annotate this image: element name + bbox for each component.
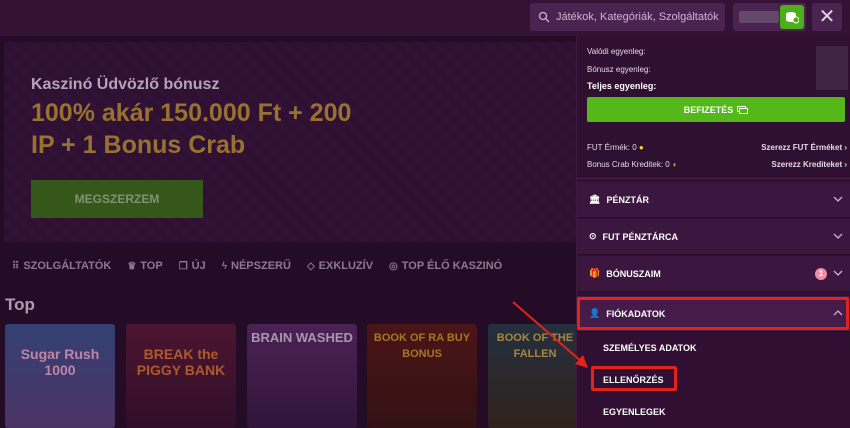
cash-icon: [737, 105, 749, 114]
claim-button[interactable]: MEGSZERZEM: [31, 180, 203, 218]
get-credits-link[interactable]: Szerezz Krediteket ›: [771, 160, 847, 169]
section-title: Top: [5, 295, 35, 314]
balance-hidden: [739, 11, 779, 23]
game-tile[interactable]: Sugar Rush 1000: [5, 324, 115, 428]
chevron-down-icon: [833, 233, 843, 239]
search-input[interactable]: Játékok, Kategóriák, Szolgáltatók: [530, 3, 725, 31]
close-button[interactable]: ✕: [812, 3, 842, 31]
fut-coins-row: FUT Érmék: 0 ● Szerezz FUT Érméket ›: [587, 143, 847, 152]
banner-subtitle: Kaszinó Üdvözlő bónusz: [31, 76, 220, 93]
top-bar: Játékok, Kategóriák, Szolgáltatók ✕: [0, 0, 850, 36]
bonus-crab-row: Bonus Crab Kreditek: 0 ◖ Szerezz Kredite…: [587, 160, 847, 169]
banner-headline: 100% akár 150.000 Ft + 200 IP + 1 Bonus …: [31, 99, 352, 159]
coins-icon[interactable]: [780, 5, 804, 29]
get-fut-coins-link[interactable]: Szerezz FUT Érméket ›: [761, 143, 847, 152]
game-tile[interactable]: BOOK OF RA BUY BONUS: [367, 324, 477, 428]
diamond-icon: ◇: [306, 260, 315, 272]
highlight-verification: [591, 366, 677, 391]
game-title: BOOK OF THE FALLEN: [496, 332, 574, 360]
game-tile[interactable]: BOOK OF THE FALLEN: [488, 324, 582, 428]
coin-icon: ●: [638, 143, 644, 152]
category-popular[interactable]: ϟ NÉPSZERŰ: [222, 260, 291, 272]
bonus-balance-label: Bónusz egyenleg:: [587, 65, 651, 74]
balance-values-hidden: [816, 46, 848, 90]
crown-icon: ♛: [127, 260, 137, 272]
game-title: BREAK the PIGGY BANK: [136, 346, 226, 378]
menu-fut-wallet[interactable]: ⊙ FUT PÉNZTÁRCA: [577, 219, 850, 255]
gift-icon: 🎁: [589, 268, 601, 278]
game-title: Sugar Rush 1000: [20, 346, 100, 378]
category-exclusive[interactable]: ◇ EXKLUZÍV: [307, 260, 373, 272]
menu-cashier[interactable]: 🏛 PÉNZTÁR: [577, 182, 850, 218]
game-grid: Sugar Rush 1000 BREAK the PIGGY BANK BRA…: [5, 324, 582, 428]
wallet-widget[interactable]: [733, 3, 806, 31]
category-providers[interactable]: ⠿ SZOLGÁLTATÓK: [12, 260, 111, 272]
game-title: BRAIN WASHED: [251, 330, 353, 345]
chevron-down-icon: [833, 196, 843, 202]
search-icon: [538, 11, 550, 23]
category-new[interactable]: ❐ ÚJ: [179, 260, 206, 272]
total-balance-label: Teljes egyenleg:: [587, 81, 657, 91]
grid-icon: ⠿: [12, 260, 20, 272]
search-placeholder: Játékok, Kategóriák, Szolgáltatók: [556, 11, 719, 23]
chip-icon: ◎: [389, 260, 398, 272]
bank-icon: 🏛: [589, 194, 601, 204]
category-top[interactable]: ♛ TOP: [127, 260, 162, 272]
menu-bonuses[interactable]: 🎁 BÓNUSZAIM 1: [577, 256, 850, 292]
chevron-down-icon: [833, 270, 843, 276]
promo-banner: Kaszinó Üdvözlő bónusz 100% akár 150.000…: [4, 42, 576, 242]
lightning-icon: ϟ: [221, 260, 228, 272]
bonus-count-badge: 1: [815, 268, 827, 280]
category-top-live[interactable]: ◎ TOP ÉLŐ KASZINÓ: [389, 260, 502, 272]
game-tile[interactable]: BRAIN WASHED: [247, 324, 357, 428]
game-tile[interactable]: BREAK the PIGGY BANK: [126, 324, 236, 428]
highlight-account-details: [577, 297, 849, 330]
bonus-crab-label: Bonus Crab Kreditek: 0: [587, 160, 670, 169]
game-title: BOOK OF RA BUY BONUS: [373, 332, 471, 360]
crab-icon: ◖: [671, 160, 677, 169]
fut-coins-label: FUT Érmék: 0: [587, 143, 637, 152]
wallet-icon: ⊙: [589, 231, 597, 241]
submenu-balances[interactable]: EGYENLEGEK: [577, 396, 850, 428]
submenu-personal-data[interactable]: SZEMÉLYES ADATOK: [577, 332, 850, 364]
deposit-button[interactable]: BEFIZETÉS: [587, 97, 845, 122]
category-nav: ⠿ SZOLGÁLTATÓK ♛ TOP ❐ ÚJ ϟ NÉPSZERŰ ◇ EXKLUZ…: [0, 252, 576, 280]
new-icon: ❐: [178, 260, 188, 272]
divider: [577, 178, 850, 179]
real-balance-label: Valódi egyenleg:: [587, 47, 646, 56]
